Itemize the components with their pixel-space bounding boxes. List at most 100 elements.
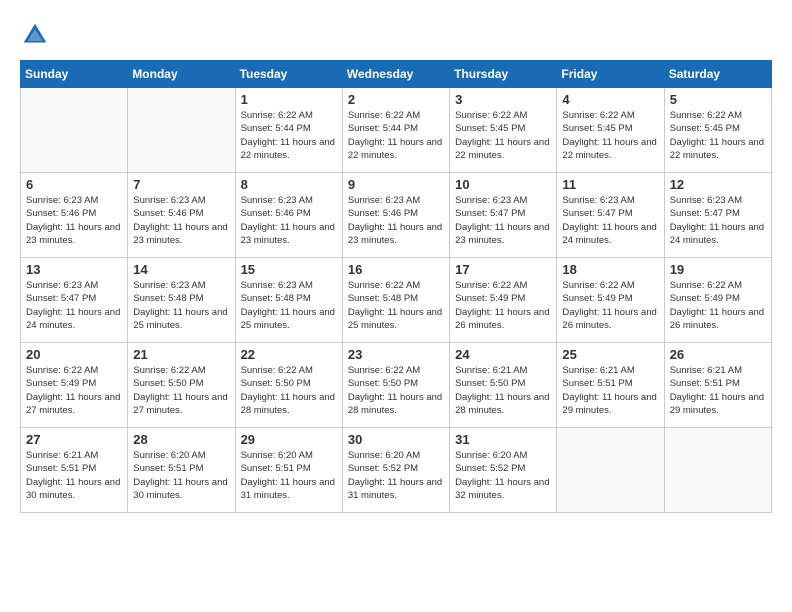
day-number: 29 [241, 432, 337, 447]
day-header-sunday: Sunday [21, 61, 128, 88]
day-header-wednesday: Wednesday [342, 61, 449, 88]
calendar-cell: 30 Sunrise: 6:20 AM Sunset: 5:52 PM Dayli… [342, 428, 449, 513]
calendar-cell: 31 Sunrise: 6:20 AM Sunset: 5:52 PM Dayli… [450, 428, 557, 513]
day-number: 20 [26, 347, 122, 362]
day-number: 9 [348, 177, 444, 192]
calendar: SundayMondayTuesdayWednesdayThursdayFrid… [20, 60, 772, 513]
calendar-cell: 13 Sunrise: 6:23 AM Sunset: 5:47 PM Dayli… [21, 258, 128, 343]
day-number: 27 [26, 432, 122, 447]
day-info: Sunrise: 6:22 AM Sunset: 5:49 PM Dayligh… [455, 279, 551, 332]
day-info: Sunrise: 6:23 AM Sunset: 5:46 PM Dayligh… [26, 194, 122, 247]
day-info: Sunrise: 6:23 AM Sunset: 5:47 PM Dayligh… [455, 194, 551, 247]
day-info: Sunrise: 6:21 AM Sunset: 5:51 PM Dayligh… [26, 449, 122, 502]
week-row-2: 6 Sunrise: 6:23 AM Sunset: 5:46 PM Daylig… [21, 173, 772, 258]
calendar-cell: 19Sunrise: 6:22 AM Sunset: 5:49 PM Dayli… [664, 258, 771, 343]
day-number: 13 [26, 262, 122, 277]
day-info: Sunrise: 6:22 AM Sunset: 5:45 PM Dayligh… [455, 109, 551, 162]
day-number: 15 [241, 262, 337, 277]
calendar-cell: 17 Sunrise: 6:22 AM Sunset: 5:49 PM Dayli… [450, 258, 557, 343]
calendar-cell [557, 428, 664, 513]
calendar-cell: 26 Sunrise: 6:21 AM Sunset: 5:51 PM Dayli… [664, 343, 771, 428]
calendar-cell: 9 Sunrise: 6:23 AM Sunset: 5:46 PM Daylig… [342, 173, 449, 258]
day-header-saturday: Saturday [664, 61, 771, 88]
day-info: Sunrise: 6:21 AM Sunset: 5:50 PM Dayligh… [455, 364, 551, 417]
logo [20, 20, 54, 50]
calendar-cell: 5 Sunrise: 6:22 AM Sunset: 5:45 PM Daylig… [664, 88, 771, 173]
day-number: 10 [455, 177, 551, 192]
day-number: 30 [348, 432, 444, 447]
day-info: Sunrise: 6:22 AM Sunset: 5:49 PM Dayligh… [670, 279, 766, 332]
day-info: Sunrise: 6:23 AM Sunset: 5:47 PM Dayligh… [26, 279, 122, 332]
logo-icon [20, 20, 50, 50]
day-number: 16 [348, 262, 444, 277]
calendar-cell: 27 Sunrise: 6:21 AM Sunset: 5:51 PM Dayli… [21, 428, 128, 513]
day-header-thursday: Thursday [450, 61, 557, 88]
day-number: 23 [348, 347, 444, 362]
day-number: 18 [562, 262, 658, 277]
day-info: Sunrise: 6:22 AM Sunset: 5:50 PM Dayligh… [241, 364, 337, 417]
day-number: 7 [133, 177, 229, 192]
calendar-cell: 20Sunrise: 6:22 AM Sunset: 5:49 PM Dayli… [21, 343, 128, 428]
day-info: Sunrise: 6:23 AM Sunset: 5:48 PM Dayligh… [133, 279, 229, 332]
day-info: Sunrise: 6:21 AM Sunset: 5:51 PM Dayligh… [670, 364, 766, 417]
day-info: Sunrise: 6:22 AM Sunset: 5:50 PM Dayligh… [133, 364, 229, 417]
calendar-cell: 2Sunrise: 6:22 AM Sunset: 5:44 PM Daylig… [342, 88, 449, 173]
day-info: Sunrise: 6:22 AM Sunset: 5:45 PM Dayligh… [670, 109, 766, 162]
calendar-cell: 3 Sunrise: 6:22 AM Sunset: 5:45 PM Daylig… [450, 88, 557, 173]
day-info: Sunrise: 6:23 AM Sunset: 5:48 PM Dayligh… [241, 279, 337, 332]
calendar-cell: 16 Sunrise: 6:22 AM Sunset: 5:48 PM Dayli… [342, 258, 449, 343]
calendar-cell [664, 428, 771, 513]
day-number: 28 [133, 432, 229, 447]
day-info: Sunrise: 6:20 AM Sunset: 5:52 PM Dayligh… [455, 449, 551, 502]
calendar-header-row: SundayMondayTuesdayWednesdayThursdayFrid… [21, 61, 772, 88]
day-number: 26 [670, 347, 766, 362]
calendar-cell: 25 Sunrise: 6:21 AM Sunset: 5:51 PM Dayli… [557, 343, 664, 428]
day-info: Sunrise: 6:23 AM Sunset: 5:47 PM Dayligh… [670, 194, 766, 247]
page-header [20, 20, 772, 50]
calendar-cell: 29 Sunrise: 6:20 AM Sunset: 5:51 PM Dayli… [235, 428, 342, 513]
calendar-cell: 23 Sunrise: 6:22 AM Sunset: 5:50 PM Dayli… [342, 343, 449, 428]
day-number: 6 [26, 177, 122, 192]
day-info: Sunrise: 6:22 AM Sunset: 5:48 PM Dayligh… [348, 279, 444, 332]
day-number: 11 [562, 177, 658, 192]
day-info: Sunrise: 6:22 AM Sunset: 5:49 PM Dayligh… [562, 279, 658, 332]
week-row-5: 27 Sunrise: 6:21 AM Sunset: 5:51 PM Dayli… [21, 428, 772, 513]
calendar-cell: 21 Sunrise: 6:22 AM Sunset: 5:50 PM Dayli… [128, 343, 235, 428]
day-number: 31 [455, 432, 551, 447]
day-number: 14 [133, 262, 229, 277]
day-info: Sunrise: 6:20 AM Sunset: 5:52 PM Dayligh… [348, 449, 444, 502]
day-info: Sunrise: 6:21 AM Sunset: 5:51 PM Dayligh… [562, 364, 658, 417]
calendar-cell [128, 88, 235, 173]
day-header-monday: Monday [128, 61, 235, 88]
day-number: 4 [562, 92, 658, 107]
calendar-cell [21, 88, 128, 173]
day-info: Sunrise: 6:22 AM Sunset: 5:45 PM Dayligh… [562, 109, 658, 162]
calendar-cell: 11 Sunrise: 6:23 AM Sunset: 5:47 PM Dayli… [557, 173, 664, 258]
day-number: 1 [241, 92, 337, 107]
day-number: 21 [133, 347, 229, 362]
day-info: Sunrise: 6:23 AM Sunset: 5:47 PM Dayligh… [562, 194, 658, 247]
calendar-cell: 14 Sunrise: 6:23 AM Sunset: 5:48 PM Dayli… [128, 258, 235, 343]
week-row-1: 1Sunrise: 6:22 AM Sunset: 5:44 PM Daylig… [21, 88, 772, 173]
week-row-4: 20Sunrise: 6:22 AM Sunset: 5:49 PM Dayli… [21, 343, 772, 428]
week-row-3: 13 Sunrise: 6:23 AM Sunset: 5:47 PM Dayli… [21, 258, 772, 343]
day-number: 25 [562, 347, 658, 362]
day-info: Sunrise: 6:20 AM Sunset: 5:51 PM Dayligh… [133, 449, 229, 502]
day-info: Sunrise: 6:20 AM Sunset: 5:51 PM Dayligh… [241, 449, 337, 502]
calendar-cell: 24 Sunrise: 6:21 AM Sunset: 5:50 PM Dayli… [450, 343, 557, 428]
day-info: Sunrise: 6:23 AM Sunset: 5:46 PM Dayligh… [241, 194, 337, 247]
calendar-cell: 4 Sunrise: 6:22 AM Sunset: 5:45 PM Daylig… [557, 88, 664, 173]
day-number: 3 [455, 92, 551, 107]
day-header-friday: Friday [557, 61, 664, 88]
day-info: Sunrise: 6:23 AM Sunset: 5:46 PM Dayligh… [348, 194, 444, 247]
day-info: Sunrise: 6:22 AM Sunset: 5:50 PM Dayligh… [348, 364, 444, 417]
calendar-cell: 1Sunrise: 6:22 AM Sunset: 5:44 PM Daylig… [235, 88, 342, 173]
day-number: 17 [455, 262, 551, 277]
day-number: 24 [455, 347, 551, 362]
calendar-cell: 10 Sunrise: 6:23 AM Sunset: 5:47 PM Dayli… [450, 173, 557, 258]
day-header-tuesday: Tuesday [235, 61, 342, 88]
calendar-cell: 18 Sunrise: 6:22 AM Sunset: 5:49 PM Dayli… [557, 258, 664, 343]
day-number: 2 [348, 92, 444, 107]
calendar-cell: 12Sunrise: 6:23 AM Sunset: 5:47 PM Dayli… [664, 173, 771, 258]
day-number: 5 [670, 92, 766, 107]
